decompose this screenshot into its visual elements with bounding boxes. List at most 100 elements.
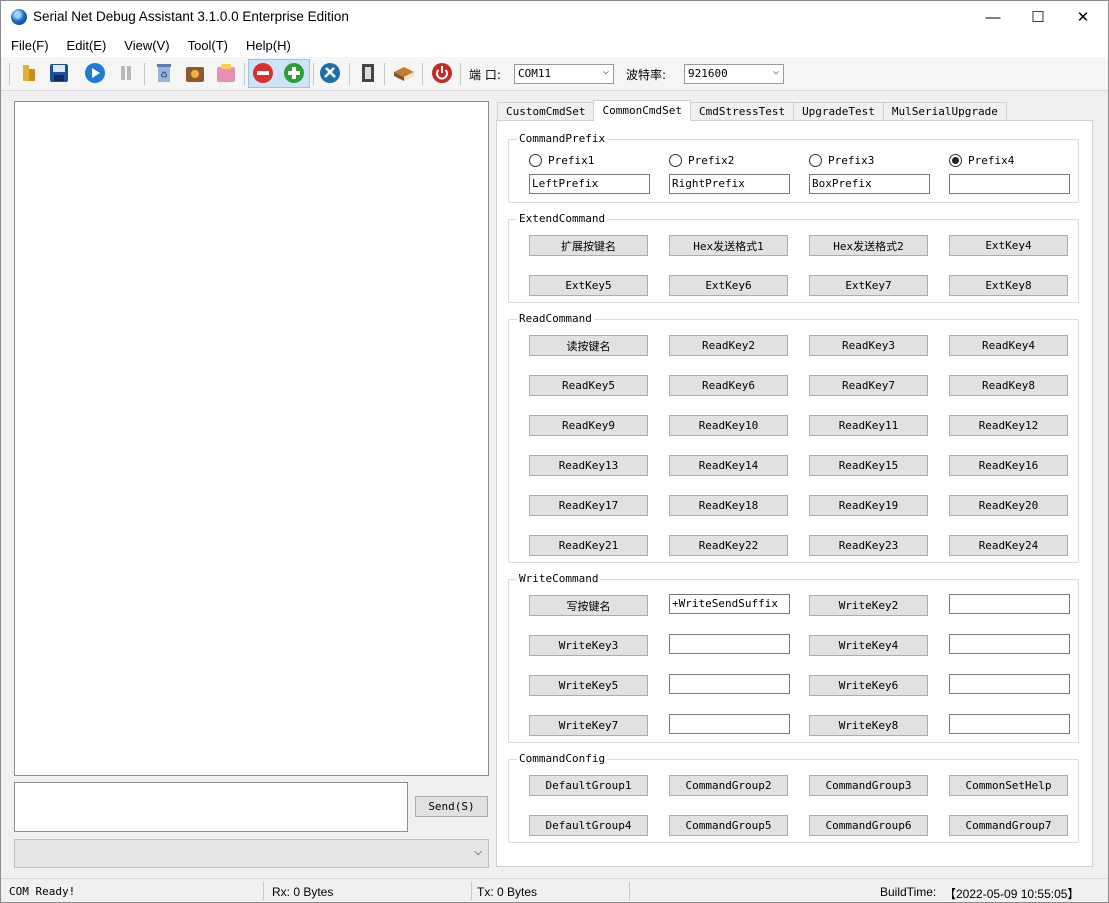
port-select[interactable]: COM11 ⌵ bbox=[514, 64, 614, 84]
app-globe-icon bbox=[11, 9, 27, 25]
write-key-button[interactable]: WriteKey2 bbox=[809, 595, 928, 616]
tab-customcmdset[interactable]: CustomCmdSet bbox=[497, 102, 595, 121]
write-key-button[interactable]: WriteKey6 bbox=[809, 675, 928, 696]
write-value-field[interactable] bbox=[669, 674, 790, 694]
settings-icon[interactable] bbox=[318, 61, 342, 85]
read-key-button[interactable]: ReadKey17 bbox=[529, 495, 648, 516]
recycle-bin-icon[interactable]: ♻ bbox=[152, 61, 176, 85]
prefix2-field[interactable]: RightPrefix bbox=[669, 174, 790, 194]
config-group-button[interactable]: CommandGroup2 bbox=[669, 775, 788, 796]
read-key-button[interactable]: ReadKey14 bbox=[669, 455, 788, 476]
tab-cmdstresstest[interactable]: CmdStressTest bbox=[689, 102, 795, 121]
maximize-button[interactable]: ☐ bbox=[1015, 1, 1061, 33]
exit-icon[interactable] bbox=[356, 61, 380, 85]
write-value-field[interactable] bbox=[949, 634, 1070, 654]
write-key-button[interactable]: 写按键名 bbox=[529, 595, 648, 616]
read-key-button[interactable]: ReadKey5 bbox=[529, 375, 648, 396]
save-icon[interactable] bbox=[47, 61, 71, 85]
write-key-button[interactable]: WriteKey4 bbox=[809, 635, 928, 656]
ext-key-button[interactable]: ExtKey7 bbox=[809, 275, 928, 296]
write-key-button[interactable]: WriteKey8 bbox=[809, 715, 928, 736]
read-key-button[interactable]: ReadKey19 bbox=[809, 495, 928, 516]
ext-key-button[interactable]: ExtKey8 bbox=[949, 275, 1068, 296]
prefix4-field[interactable] bbox=[949, 174, 1070, 194]
pause-icon[interactable] bbox=[114, 61, 138, 85]
read-command-group: ReadCommand 读按键名 ReadKey2 ReadKey3 ReadK… bbox=[508, 312, 1079, 563]
read-key-button[interactable]: ReadKey12 bbox=[949, 415, 1068, 436]
config-group-button[interactable]: CommandGroup3 bbox=[809, 775, 928, 796]
config-help-button[interactable]: CommonSetHelp bbox=[949, 775, 1068, 796]
write-key-button[interactable]: WriteKey5 bbox=[529, 675, 648, 696]
config-group-button[interactable]: DefaultGroup1 bbox=[529, 775, 648, 796]
import-icon[interactable] bbox=[214, 61, 238, 85]
read-key-button[interactable]: ReadKey21 bbox=[529, 535, 648, 556]
menu-file[interactable]: File(F) bbox=[1, 38, 57, 53]
tab-mulserialupgrade[interactable]: MulSerialUpgrade bbox=[882, 102, 1007, 121]
add-icon[interactable] bbox=[282, 61, 306, 85]
write-value-field[interactable] bbox=[949, 674, 1070, 694]
config-group-button[interactable]: CommandGroup5 bbox=[669, 815, 788, 836]
status-build-time: 【2022-05-09 10:55:05】 bbox=[944, 887, 1080, 901]
write-value-field[interactable]: +WriteSendSuffix bbox=[669, 594, 790, 614]
book-icon[interactable] bbox=[392, 61, 416, 85]
read-key-button[interactable]: ReadKey8 bbox=[949, 375, 1068, 396]
read-key-button[interactable]: ReadKey7 bbox=[809, 375, 928, 396]
power-icon[interactable] bbox=[430, 61, 454, 85]
prefix2-radio[interactable]: Prefix2 bbox=[669, 154, 734, 167]
write-command-group: WriteCommand 写按键名 +WriteSendSuffix Write… bbox=[508, 572, 1079, 743]
prefix3-radio[interactable]: Prefix3 bbox=[809, 154, 874, 167]
read-key-button[interactable]: ReadKey22 bbox=[669, 535, 788, 556]
config-group-button[interactable]: CommandGroup7 bbox=[949, 815, 1068, 836]
ext-key-button[interactable]: ExtKey5 bbox=[529, 275, 648, 296]
send-history-select[interactable]: ⌵ bbox=[14, 839, 489, 868]
read-key-button[interactable]: ReadKey23 bbox=[809, 535, 928, 556]
read-key-button[interactable]: ReadKey2 bbox=[669, 335, 788, 356]
baud-select[interactable]: 921600 ⌵ bbox=[684, 64, 784, 84]
read-key-button[interactable]: ReadKey10 bbox=[669, 415, 788, 436]
config-group-button[interactable]: DefaultGroup4 bbox=[529, 815, 648, 836]
open-icon[interactable] bbox=[17, 61, 41, 85]
prefix1-field[interactable]: LeftPrefix bbox=[529, 174, 650, 194]
read-key-button[interactable]: ReadKey15 bbox=[809, 455, 928, 476]
read-key-button[interactable]: ReadKey13 bbox=[529, 455, 648, 476]
read-key-button[interactable]: ReadKey18 bbox=[669, 495, 788, 516]
write-key-button[interactable]: WriteKey7 bbox=[529, 715, 648, 736]
write-value-field[interactable] bbox=[949, 594, 1070, 614]
remove-icon[interactable] bbox=[251, 61, 275, 85]
close-button[interactable]: ✕ bbox=[1060, 1, 1106, 33]
tab-commoncmdset[interactable]: CommonCmdSet bbox=[593, 100, 691, 121]
prefix3-field[interactable]: BoxPrefix bbox=[809, 174, 930, 194]
read-key-button[interactable]: ReadKey6 bbox=[669, 375, 788, 396]
tab-upgradetest[interactable]: UpgradeTest bbox=[793, 102, 884, 121]
read-key-button[interactable]: ReadKey16 bbox=[949, 455, 1068, 476]
send-input[interactable] bbox=[14, 782, 408, 832]
send-button[interactable]: Send(S) bbox=[415, 796, 488, 817]
read-key-button[interactable]: 读按键名 bbox=[529, 335, 648, 356]
ext-key-button[interactable]: ExtKey4 bbox=[949, 235, 1068, 256]
prefix4-radio[interactable]: Prefix4 bbox=[949, 154, 1014, 167]
export-icon[interactable] bbox=[183, 61, 207, 85]
read-key-button[interactable]: ReadKey20 bbox=[949, 495, 1068, 516]
ext-key-button[interactable]: 扩展按键名 bbox=[529, 235, 648, 256]
play-icon[interactable] bbox=[83, 61, 107, 85]
ext-key-button[interactable]: Hex发送格式2 bbox=[809, 235, 928, 256]
menu-edit[interactable]: Edit(E) bbox=[57, 38, 115, 53]
write-value-field[interactable] bbox=[669, 634, 790, 654]
write-value-field[interactable] bbox=[669, 714, 790, 734]
read-key-button[interactable]: ReadKey11 bbox=[809, 415, 928, 436]
write-key-button[interactable]: WriteKey3 bbox=[529, 635, 648, 656]
ext-key-button[interactable]: Hex发送格式1 bbox=[669, 235, 788, 256]
config-group-button[interactable]: CommandGroup6 bbox=[809, 815, 928, 836]
read-key-button[interactable]: ReadKey24 bbox=[949, 535, 1068, 556]
menu-help[interactable]: Help(H) bbox=[236, 38, 299, 53]
ext-key-button[interactable]: ExtKey6 bbox=[669, 275, 788, 296]
read-key-button[interactable]: ReadKey9 bbox=[529, 415, 648, 436]
minimize-button[interactable]: — bbox=[970, 1, 1016, 33]
read-key-button[interactable]: ReadKey4 bbox=[949, 335, 1068, 356]
menu-view[interactable]: View(V) bbox=[114, 38, 177, 53]
menu-tool[interactable]: Tool(T) bbox=[178, 38, 236, 53]
receive-output-area[interactable] bbox=[14, 101, 489, 776]
read-key-button[interactable]: ReadKey3 bbox=[809, 335, 928, 356]
write-value-field[interactable] bbox=[949, 714, 1070, 734]
prefix1-radio[interactable]: Prefix1 bbox=[529, 154, 594, 167]
